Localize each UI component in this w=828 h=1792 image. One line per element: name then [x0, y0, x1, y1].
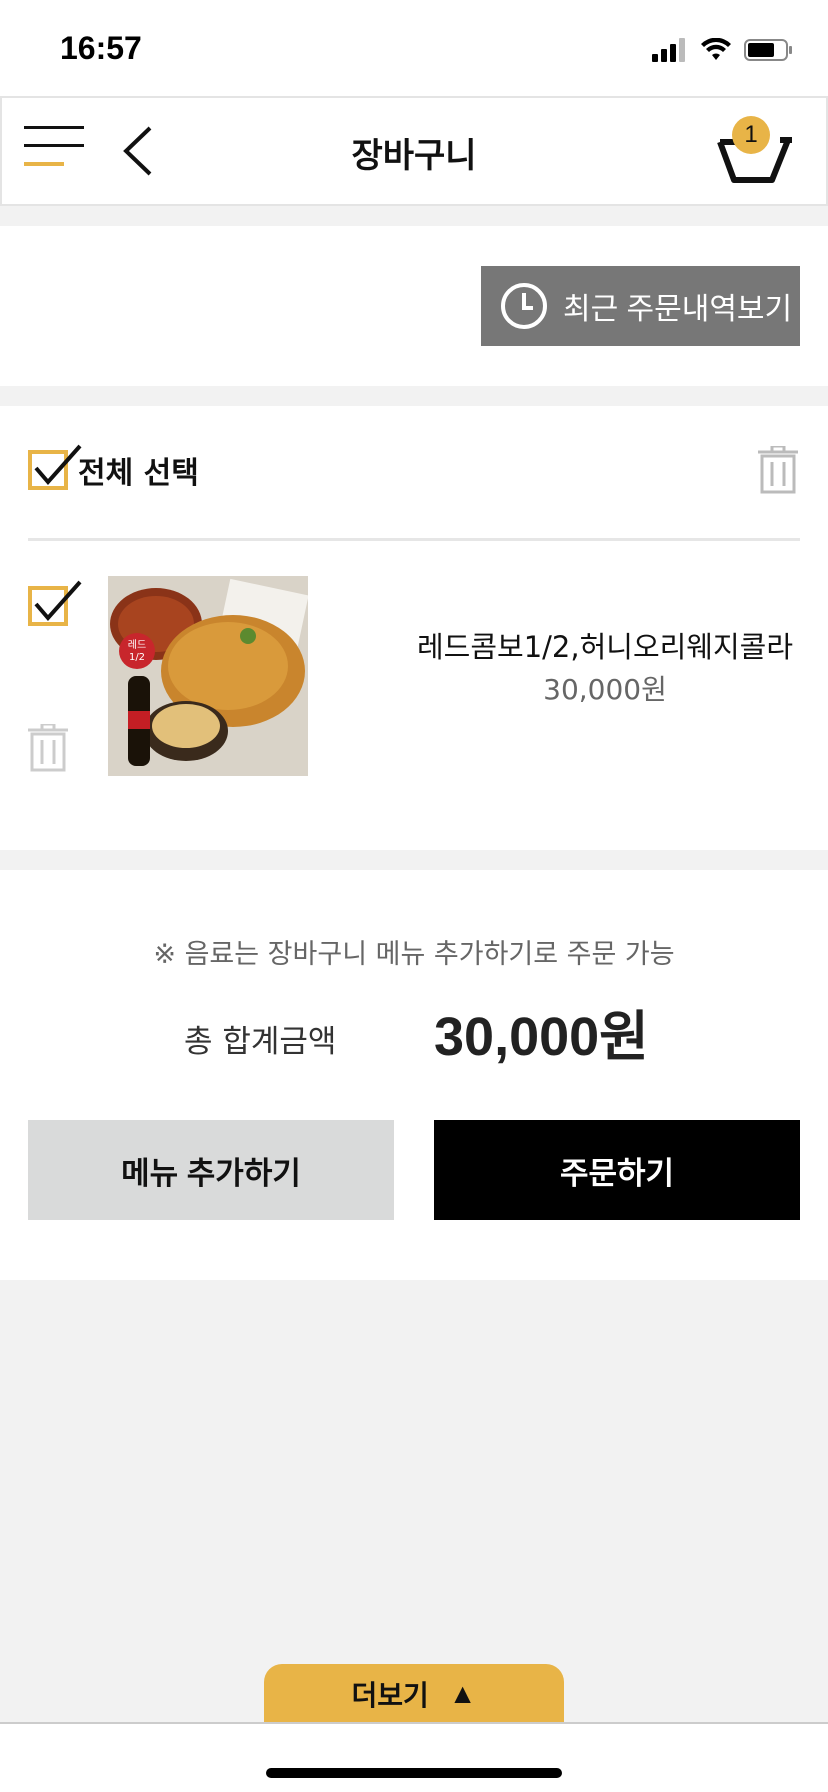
delete-all-trash-icon[interactable] — [758, 446, 798, 494]
add-menu-button[interactable]: 메뉴 추가하기 — [28, 1120, 394, 1220]
order-summary-section: ※ 음료는 장바구니 메뉴 추가하기로 주문 가능 총 합계금액 30,000원… — [0, 870, 828, 1280]
recent-orders-label: 최근 주문내역보기 — [563, 293, 793, 326]
select-all-checkbox[interactable] — [28, 444, 82, 490]
recent-orders-section: 최근 주문내역보기 — [0, 226, 828, 386]
cart-section: 전체 선택 레드 1/2 레드콤보1/2,허니오리웨지콜라 30,000원 — [0, 406, 828, 850]
cart-button[interactable]: 1 — [716, 116, 796, 186]
select-all-label: 전체 선택 — [78, 456, 199, 491]
cart-count-badge: 1 — [732, 116, 770, 154]
clock-icon — [501, 283, 547, 329]
status-icons — [652, 36, 794, 64]
svg-text:1/2: 1/2 — [129, 652, 145, 663]
item-image: 레드 1/2 — [108, 576, 308, 776]
menu-icon[interactable] — [24, 126, 84, 166]
app-header: 장바구니 1 — [0, 96, 828, 206]
check-icon — [34, 580, 82, 622]
chicken-combo-photo: 레드 1/2 — [108, 576, 308, 776]
svg-text:레드: 레드 — [128, 639, 146, 651]
arrow-up-icon: ▲ — [448, 1678, 477, 1709]
status-bar: 16:57 — [0, 0, 828, 96]
beverage-notice: ※ 음료는 장바구니 메뉴 추가하기로 주문 가능 — [153, 939, 675, 970]
item-name: 레드콤보1/2,허니오리웨지콜라 — [416, 630, 794, 664]
home-indicator[interactable] — [266, 1768, 562, 1778]
more-label: 더보기 — [351, 1680, 429, 1711]
status-time: 16:57 — [60, 30, 142, 66]
recent-orders-button[interactable]: 최근 주문내역보기 — [481, 266, 800, 346]
more-button[interactable]: 더보기 ▲ — [264, 1664, 564, 1724]
order-button[interactable]: 주문하기 — [434, 1120, 800, 1220]
signal-icon — [652, 38, 685, 62]
item-checkbox[interactable] — [28, 580, 82, 626]
wifi-icon — [701, 38, 731, 60]
total-value: 30,000원 — [434, 1007, 649, 1067]
total-label: 총 합계금액 — [184, 1024, 337, 1060]
divider — [28, 538, 800, 541]
item-trash-icon[interactable] — [28, 724, 68, 772]
back-icon[interactable] — [120, 124, 160, 178]
item-price: 30,000원 — [543, 673, 667, 706]
select-all-row: 전체 선택 — [0, 406, 828, 540]
battery-icon — [744, 39, 792, 61]
bottom-bar — [0, 1722, 828, 1792]
